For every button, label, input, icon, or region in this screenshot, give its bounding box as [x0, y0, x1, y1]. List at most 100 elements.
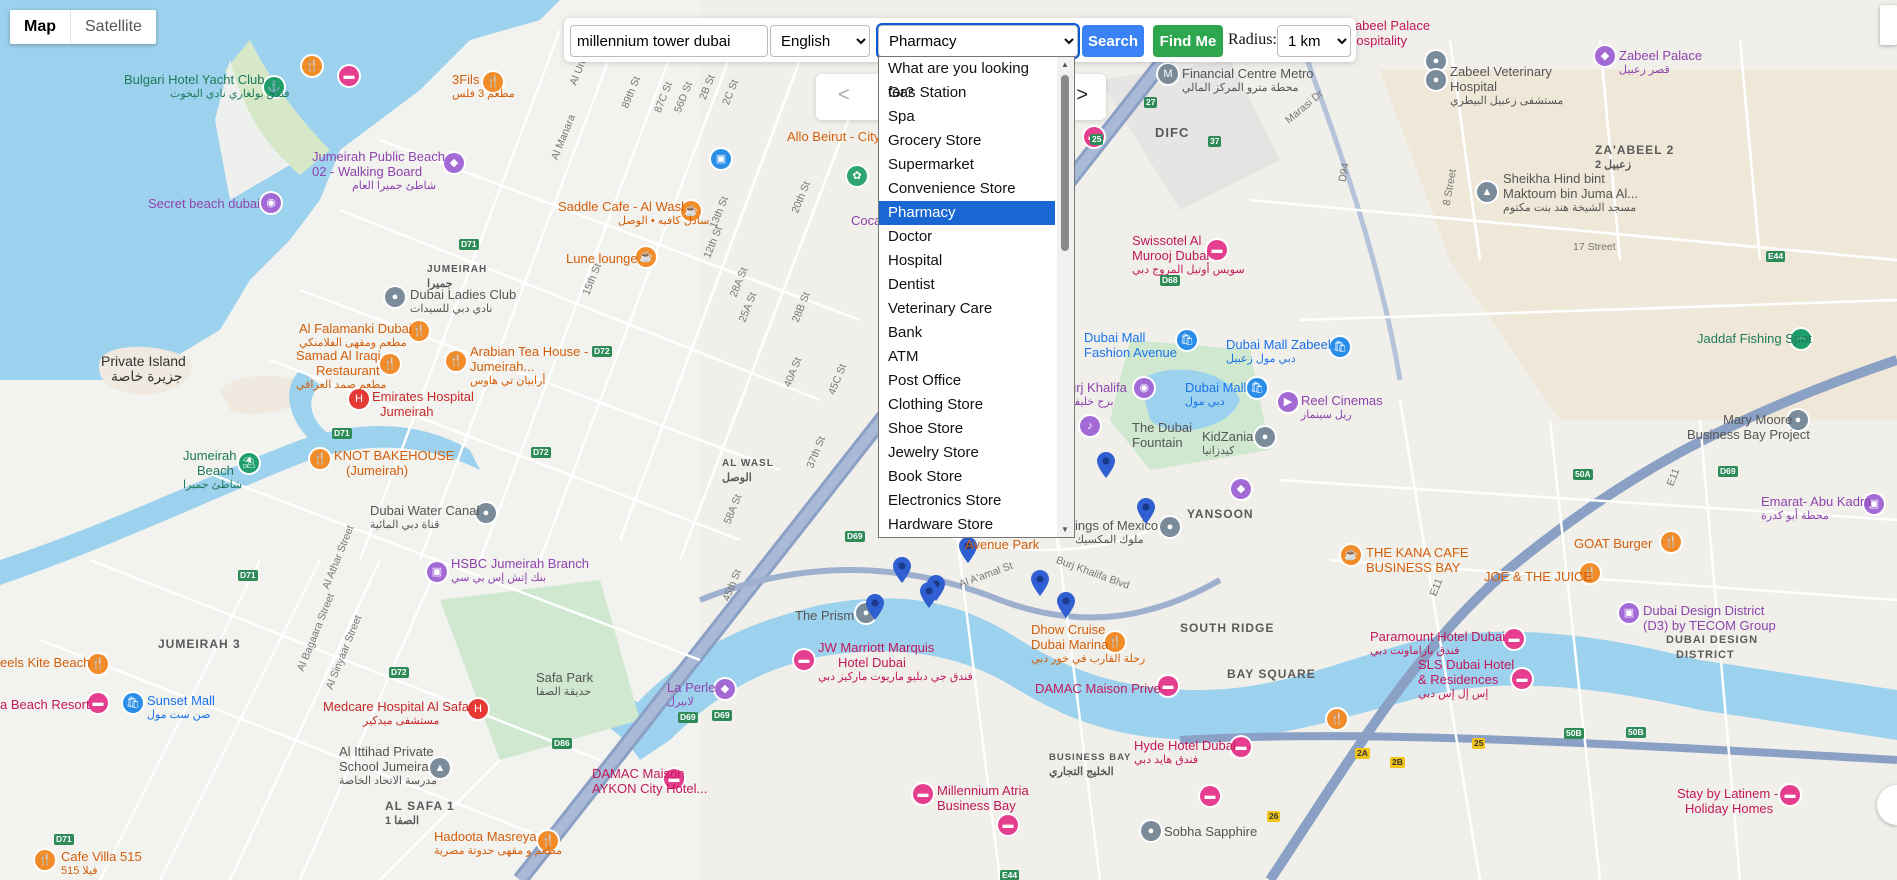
category-option[interactable]: Doctor: [879, 225, 1055, 249]
category-option[interactable]: Grocery Store: [879, 129, 1055, 153]
place-label: Hadoota Masreya مطعم و مقهى حدوتة مصرية: [434, 829, 563, 857]
category-option[interactable]: What are you looking for?: [879, 57, 1055, 101]
category-option[interactable]: Post Office: [879, 369, 1055, 393]
pharmacy-marker[interactable]: [1057, 592, 1075, 618]
restaurant-icon[interactable]: 🍴: [302, 56, 322, 76]
category-option[interactable]: Jewelry Store: [879, 441, 1055, 465]
dropdown-scrollbar[interactable]: ▲ ▼: [1057, 57, 1074, 537]
place-label: KNOT BAKEHOUSE (Jumeirah): [334, 448, 455, 478]
category-option[interactable]: Shoe Store: [879, 417, 1055, 441]
music-icon[interactable]: ♪: [1080, 416, 1100, 436]
landmark-icon[interactable]: ●: [1141, 821, 1161, 841]
scroll-down-arrow-icon[interactable]: ▼: [1061, 525, 1069, 534]
road-shield: D71: [332, 428, 352, 439]
hotel-icon[interactable]: ▬: [1512, 669, 1532, 689]
category-option[interactable]: Dentist: [879, 273, 1055, 297]
hotel-icon[interactable]: ▬: [339, 66, 359, 86]
place-label: Mary Moore Business Bay Project: [1687, 412, 1810, 442]
place-label: GOAT Burger: [1574, 536, 1653, 551]
category-option[interactable]: Hardware Store: [879, 513, 1055, 537]
landmark-icon[interactable]: ●: [1255, 427, 1275, 447]
hotel-icon[interactable]: ▬: [1158, 676, 1178, 696]
category-select[interactable]: Pharmacy: [876, 23, 1080, 59]
camera-icon[interactable]: ◉: [1134, 378, 1154, 398]
category-option[interactable]: Bank: [879, 321, 1055, 345]
fullscreen-button[interactable]: [1880, 5, 1897, 45]
category-option[interactable]: Electronics Store: [879, 489, 1055, 513]
place-label: Al Falamanki Dubai مطعم ومقهى الفلامنكي: [299, 321, 412, 349]
place-label: Swissotel Al Murooj Dubai سويس أوتيل المرو…: [1132, 233, 1245, 276]
language-select[interactable]: English: [770, 25, 870, 57]
metro-icon[interactable]: ▣: [711, 149, 731, 169]
category-option[interactable]: Convenience Store: [879, 177, 1055, 201]
cafe-icon[interactable]: ☕: [1341, 545, 1361, 565]
hotel-icon[interactable]: ▬: [998, 815, 1018, 835]
park-icon[interactable]: ✿: [847, 166, 867, 186]
category-option[interactable]: Book Store: [879, 465, 1055, 489]
category-option[interactable]: Supermarket: [879, 153, 1055, 177]
restaurant-icon[interactable]: 🍴: [1661, 532, 1681, 552]
camera-icon[interactable]: ◉: [261, 193, 281, 213]
bank-icon[interactable]: ▣: [427, 562, 447, 582]
category-dropdown-list[interactable]: What are you looking for? Gas Station Spa G…: [878, 56, 1075, 538]
map-type-map-button[interactable]: Map: [10, 10, 70, 44]
road-shield: D69: [678, 712, 698, 723]
shopping-icon[interactable]: 🛍: [1177, 330, 1197, 350]
district-label: DUBAI DESIGN DISTRICT: [1666, 634, 1759, 661]
category-option[interactable]: Veterinary Care: [879, 297, 1055, 321]
map-type-satellite-button[interactable]: Satellite: [70, 10, 156, 44]
search-button[interactable]: Search: [1082, 25, 1144, 57]
hotel-icon[interactable]: ▬: [88, 693, 108, 713]
place-label: Sunset Mall صن ست مول: [147, 693, 215, 721]
attraction-icon[interactable]: ◆: [715, 679, 735, 699]
cafe-icon[interactable]: ☕: [636, 247, 656, 267]
restaurant-icon[interactable]: 🍴: [1327, 709, 1347, 729]
hotel-icon[interactable]: ▬: [1780, 785, 1800, 805]
category-option[interactable]: Spa: [879, 105, 1055, 129]
mosque-icon[interactable]: ▲: [1477, 182, 1497, 202]
shopping-icon[interactable]: 🛍: [1330, 337, 1350, 357]
shopping-icon[interactable]: 🛍: [1247, 378, 1267, 398]
category-option[interactable]: Gas Station: [879, 81, 1055, 105]
hotel-icon[interactable]: ▬: [913, 784, 933, 804]
attraction-icon[interactable]: ◆: [1595, 46, 1615, 66]
landmark-icon[interactable]: ●: [1426, 70, 1446, 90]
place-label: Dhow Cruise Dubai Marina رحلة القارب في خو…: [1031, 622, 1146, 665]
attraction-icon[interactable]: ◆: [444, 153, 464, 173]
category-option[interactable]: Hospital: [879, 249, 1055, 273]
hotel-icon[interactable]: ▬: [794, 650, 814, 670]
pharmacy-marker[interactable]: [920, 582, 938, 608]
restaurant-icon[interactable]: 🍴: [310, 449, 330, 469]
shopping-icon[interactable]: 🛍: [123, 693, 143, 713]
attraction-icon[interactable]: ◆: [1231, 479, 1251, 499]
category-option[interactable]: ATM: [879, 345, 1055, 369]
category-option[interactable]: Clothing Store: [879, 393, 1055, 417]
landmark-icon[interactable]: ●: [1426, 51, 1446, 71]
restaurant-icon[interactable]: 🍴: [88, 654, 108, 674]
place-label: The Prism: [795, 608, 855, 623]
find-me-button[interactable]: Find Me: [1153, 25, 1223, 57]
hotel-icon[interactable]: ▬: [1200, 786, 1220, 806]
search-input[interactable]: [570, 25, 768, 57]
pharmacy-marker[interactable]: [866, 594, 884, 620]
restaurant-icon[interactable]: 🍴: [35, 850, 55, 870]
pharmacy-marker[interactable]: [1031, 570, 1049, 596]
pharmacy-marker[interactable]: [1097, 452, 1115, 478]
hospital-icon[interactable]: H: [468, 699, 488, 719]
scrollbar-thumb[interactable]: [1061, 75, 1069, 251]
place-label: Emarat- Abu Kadra محطة أبو كدرة: [1761, 494, 1872, 522]
radius-select[interactable]: 1 km: [1277, 25, 1351, 57]
club-icon[interactable]: ●: [385, 287, 405, 307]
restaurant-icon[interactable]: 🍴: [409, 321, 429, 341]
next-page-button[interactable]: >: [1076, 84, 1088, 107]
hotel-icon[interactable]: ▬: [1504, 629, 1524, 649]
category-option[interactable]: Pharmacy: [879, 201, 1055, 225]
prev-page-button[interactable]: <: [838, 84, 850, 107]
movie-icon[interactable]: ▶: [1278, 392, 1298, 412]
metro-icon[interactable]: M: [1158, 64, 1178, 84]
cafe-icon[interactable]: 🍴: [446, 351, 466, 371]
office-icon[interactable]: ▣: [1619, 603, 1639, 623]
landmark-icon[interactable]: ●: [1160, 517, 1180, 537]
scroll-up-arrow-icon[interactable]: ▲: [1061, 60, 1069, 69]
pharmacy-marker[interactable]: [893, 557, 911, 583]
